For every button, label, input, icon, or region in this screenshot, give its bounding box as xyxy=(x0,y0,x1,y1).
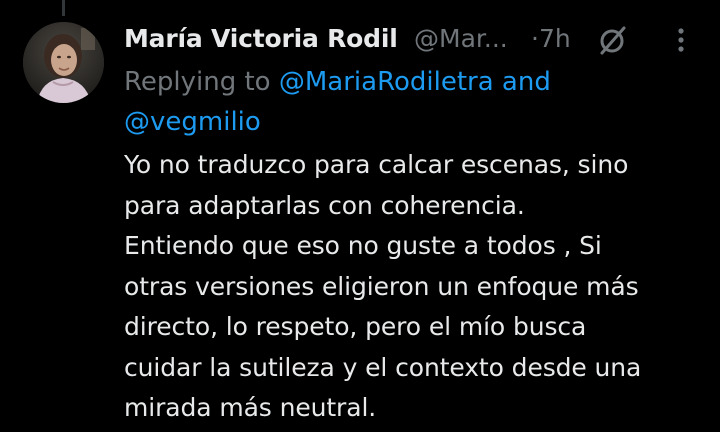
author-name[interactable]: María Victoria Rodil xyxy=(124,24,398,53)
reply-mention-link[interactable]: @MariaRodiletra xyxy=(279,67,494,97)
replying-to: Replying to @MariaRodiletra and @vegmili… xyxy=(124,62,710,142)
timestamp-separator: · xyxy=(531,24,539,53)
grok-icon[interactable] xyxy=(596,23,630,57)
replying-to-label: Replying to xyxy=(124,67,271,97)
more-options-icon[interactable] xyxy=(669,25,693,55)
timestamp[interactable]: ·7h xyxy=(531,24,571,53)
reply-mention-link[interactable]: @vegmilio xyxy=(124,107,261,137)
reply-conjunction: and xyxy=(501,67,551,97)
author-handle[interactable]: @Mar... xyxy=(414,24,524,53)
timestamp-value: 7h xyxy=(538,24,571,53)
tweet[interactable]: María Victoria Rodil @Mar... ·7h Replyin… xyxy=(124,14,710,429)
avatar-photo xyxy=(23,22,104,103)
thread-connector-line xyxy=(62,0,65,16)
avatar[interactable] xyxy=(23,22,104,103)
tweet-header: María Victoria Rodil @Mar... ·7h xyxy=(124,14,710,60)
tweet-text: Yo no traduzco para calcar escenas, sino… xyxy=(124,150,642,422)
